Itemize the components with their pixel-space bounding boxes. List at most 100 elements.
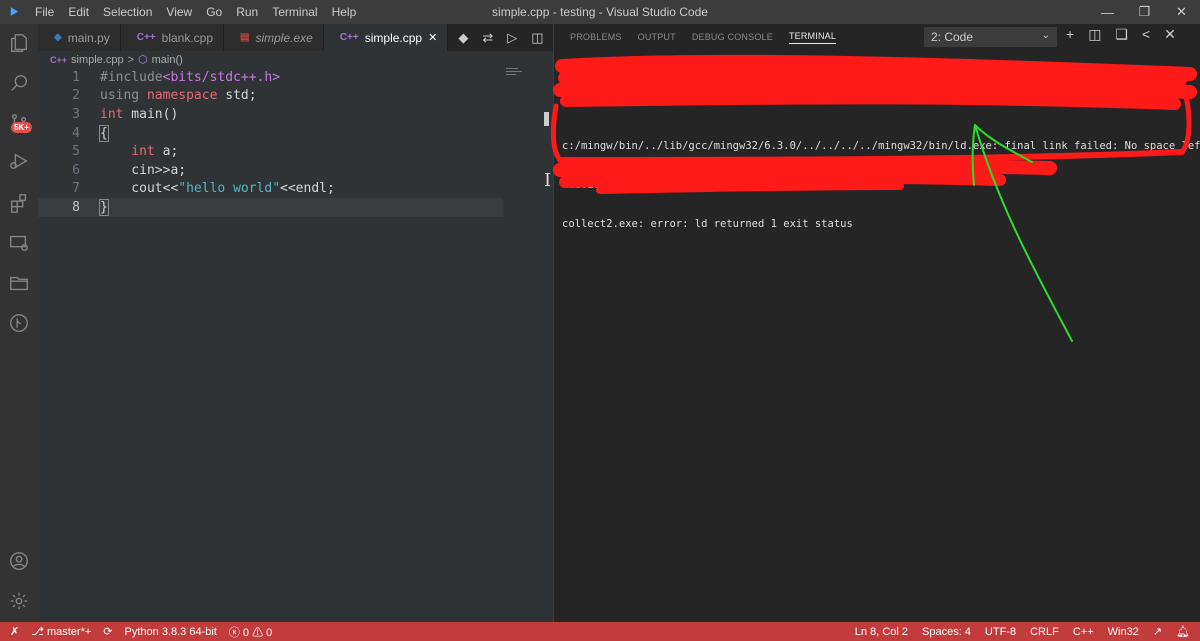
- explorer-icon[interactable]: [0, 24, 38, 62]
- tab-main-py[interactable]: ◆ main.py: [38, 24, 121, 51]
- minimize-icon[interactable]: —: [1089, 0, 1126, 24]
- line-text: int a;: [80, 144, 178, 159]
- new-terminal-icon[interactable]: +: [1066, 26, 1074, 43]
- line-text: }: [80, 198, 109, 216]
- run-icon[interactable]: ▷: [507, 30, 517, 46]
- terminal-output[interactable]: c:/mingw/bin/../lib/gcc/mingw32/6.3.0/..…: [562, 114, 1200, 257]
- python-interpreter[interactable]: Python 3.8.3 64-bit: [125, 626, 217, 638]
- tab-label: simple.cpp: [364, 30, 423, 45]
- encoding[interactable]: UTF-8: [985, 626, 1016, 638]
- maximize-panel-icon[interactable]: <: [1142, 26, 1150, 43]
- notifications-bell-icon[interactable]: 🔔︎: [1176, 625, 1190, 638]
- code-line: 7 cout<<"hello world"<<endl;: [38, 180, 553, 199]
- trash-icon[interactable]: ❑: [1115, 26, 1128, 43]
- git-icon[interactable]: ◆: [458, 30, 468, 46]
- compare-icon[interactable]: ⇄: [482, 30, 493, 46]
- code-line: 6 cin>>a;: [38, 161, 553, 180]
- folder-icon[interactable]: [0, 264, 38, 302]
- platform[interactable]: Win32: [1108, 626, 1139, 638]
- branch-indicator[interactable]: ⎇ master*+: [31, 625, 91, 638]
- cursor-position[interactable]: Ln 8, Col 2: [855, 626, 908, 638]
- menu-view[interactable]: View: [159, 5, 199, 19]
- cpp-file-icon: C++: [136, 32, 156, 43]
- git-graph-icon[interactable]: [0, 304, 38, 342]
- feedback-icon[interactable]: ↗: [1153, 625, 1162, 638]
- minimap[interactable]: [506, 68, 526, 76]
- code-line: 1 #include<bits/stdc++.h>: [38, 68, 553, 87]
- editor-group: ◆ main.py C++ blank.cpp ▤ simple.exe C++…: [38, 24, 571, 622]
- text-cursor-icon: I: [544, 170, 552, 191]
- problems-indicator[interactable]: ⓧ 0 ⚠ 0: [229, 624, 272, 640]
- search-icon[interactable]: [0, 64, 38, 102]
- menu-edit[interactable]: Edit: [61, 5, 96, 19]
- close-tab-icon[interactable]: ✕: [428, 31, 437, 44]
- code-line: 5 int a;: [38, 142, 553, 161]
- line-number: 7: [72, 181, 80, 197]
- editor-tabs: ◆ main.py C++ blank.cpp ▤ simple.exe C++…: [38, 24, 571, 51]
- line-ending[interactable]: CRLF: [1030, 626, 1059, 638]
- tab-label: simple.exe: [255, 30, 313, 45]
- account-icon[interactable]: [0, 542, 38, 580]
- close-panel-icon[interactable]: ✕: [1164, 26, 1176, 43]
- sync-icon[interactable]: ⟳: [103, 625, 112, 638]
- sash-handle[interactable]: [544, 112, 549, 126]
- menu-run[interactable]: Run: [229, 5, 265, 19]
- cpp-file-icon: C++: [339, 32, 359, 43]
- tab-label: main.py: [67, 30, 110, 45]
- menu-go[interactable]: Go: [199, 5, 229, 19]
- panel-actions: + ◫ ❑ < ✕: [1066, 26, 1176, 43]
- code-token: namespace: [146, 88, 218, 104]
- line-number: 3: [72, 106, 80, 122]
- breadcrumb-separator: >: [127, 53, 135, 66]
- remote-explorer-icon[interactable]: [0, 224, 38, 262]
- line-text: #include<bits/stdc++.h>: [80, 70, 280, 85]
- terminal-select[interactable]: 2: Code ⌄: [924, 27, 1057, 47]
- language-mode[interactable]: C++: [1073, 626, 1094, 638]
- status-bar: ✗ ⎇ master*+ ⟳ Python 3.8.3 64-bit ⓧ 0 ⚠…: [0, 622, 1200, 641]
- menu-selection[interactable]: Selection: [96, 5, 159, 19]
- terminal-line: collect2.exe: error: ld returned 1 exit …: [562, 218, 853, 230]
- close-window-icon[interactable]: ✕: [1163, 0, 1200, 24]
- code-token: <bits/stdc++.h>: [162, 69, 281, 85]
- code-token: main(): [123, 106, 179, 122]
- line-number: 4: [72, 125, 80, 141]
- breadcrumb-file[interactable]: simple.cpp: [71, 54, 124, 66]
- branch-icon: ⎇: [31, 626, 44, 638]
- line-text: int main(): [80, 107, 178, 122]
- menu-help[interactable]: Help: [325, 5, 364, 19]
- tab-blank-cpp[interactable]: C++ blank.cpp: [120, 24, 225, 51]
- line-text: using namespace std;: [80, 88, 257, 103]
- run-debug-icon[interactable]: [0, 142, 38, 180]
- tab-simple-cpp[interactable]: C++ simple.cpp ✕: [323, 24, 449, 51]
- code-token: using: [100, 88, 147, 104]
- remote-icon[interactable]: ✗: [10, 625, 19, 638]
- breadcrumb: C++ simple.cpp > ⬡ main(): [38, 51, 183, 68]
- tab-terminal[interactable]: TERMINAL: [788, 31, 837, 44]
- line-text: cin>>a;: [100, 162, 187, 178]
- menu-file[interactable]: File: [28, 5, 61, 19]
- indentation[interactable]: Spaces: 4: [922, 626, 971, 638]
- tab-debug-console[interactable]: DEBUG CONSOLE: [692, 32, 773, 42]
- restore-icon[interactable]: ❐: [1126, 0, 1163, 24]
- vscode-logo-icon: ⯈: [8, 3, 20, 20]
- menu-terminal[interactable]: Terminal: [265, 5, 324, 19]
- activity-bar: 5K+: [0, 24, 38, 622]
- breadcrumb-symbol[interactable]: main(): [152, 54, 183, 66]
- window-controls: — ❐ ✕: [1089, 0, 1200, 24]
- settings-gear-icon[interactable]: [0, 582, 38, 620]
- line-number: 5: [72, 144, 80, 160]
- code-line: 3 int main(): [38, 105, 553, 124]
- code-line-current: 8 }: [38, 198, 503, 217]
- split-terminal-icon[interactable]: ◫: [1088, 26, 1101, 43]
- code-editor[interactable]: 1 #include<bits/stdc++.h> 2 using namesp…: [38, 68, 553, 217]
- extensions-icon[interactable]: [0, 184, 38, 222]
- tab-problems[interactable]: PROBLEMS: [570, 32, 622, 42]
- code-line: 2 using namespace std;: [38, 87, 553, 106]
- line-number: 8: [72, 199, 80, 215]
- tab-simple-exe[interactable]: ▤ simple.exe: [224, 24, 324, 51]
- terminal-line: c:/mingw/bin/../lib/gcc/mingw32/6.3.0/..…: [562, 140, 1200, 152]
- line-number: 6: [72, 162, 80, 178]
- tab-output[interactable]: OUTPUT: [638, 32, 676, 42]
- split-editor-icon[interactable]: ◫: [531, 30, 543, 46]
- code-token: cout<<: [100, 181, 179, 197]
